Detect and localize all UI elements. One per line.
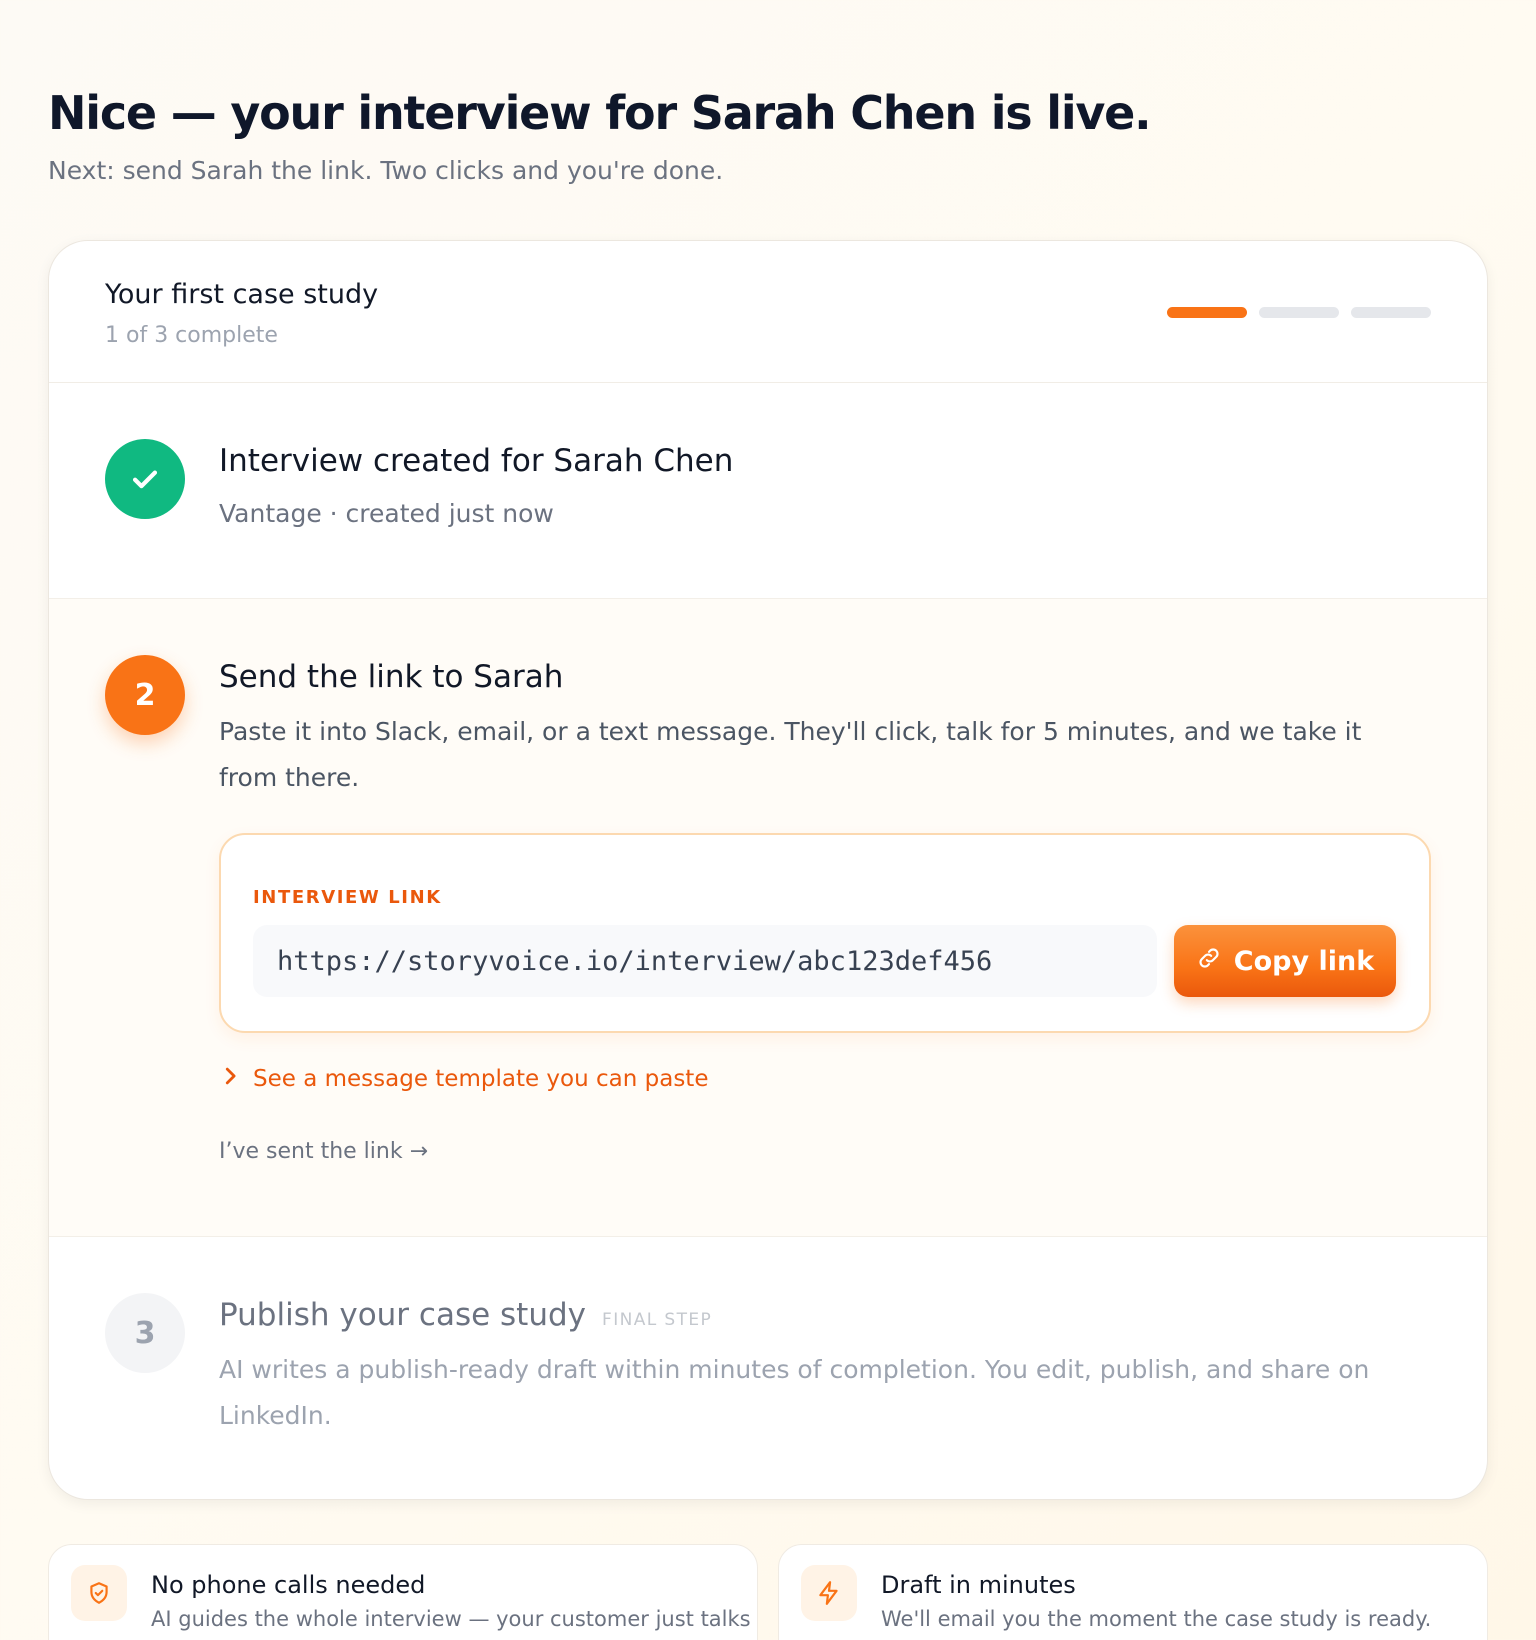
final-step-tag: FINAL STEP <box>602 1310 713 1330</box>
step-description: AI writes a publish-ready draft within m… <box>219 1355 1370 1430</box>
interview-link-input[interactable] <box>253 925 1157 997</box>
feature-card: No phone calls needed AI guides the whol… <box>48 1544 758 1640</box>
step-number-badge: 3 <box>105 1293 185 1373</box>
step-title-row: Publish your case study FINAL STEP <box>219 1297 712 1333</box>
step-publish: 3 Publish your case study FINAL STEP AI … <box>49 1237 1487 1499</box>
feature-title: No phone calls needed <box>151 1571 426 1599</box>
step-meta: Vantage · created just now <box>219 499 554 528</box>
message-template-toggle[interactable]: See a message template you can paste <box>221 1065 708 1093</box>
progress-segment-3 <box>1351 307 1431 318</box>
step-send-link: 2 Send the link to Sarah Paste it into S… <box>49 599 1487 1237</box>
page-subtitle: Next: send Sarah the link. Two clicks an… <box>48 156 724 185</box>
card-header: Your first case study 1 of 3 complete <box>49 241 1487 383</box>
shield-check-icon <box>71 1565 127 1621</box>
message-template-label: See a message template you can paste <box>253 1066 709 1092</box>
feature-card: Draft in minutes We'll email you the mom… <box>778 1544 1488 1640</box>
copy-link-label: Copy link <box>1233 945 1375 977</box>
link-icon <box>1196 945 1222 978</box>
chevron-right-icon <box>221 1065 239 1093</box>
check-icon <box>105 439 185 519</box>
progress-segment-2 <box>1259 307 1339 318</box>
lightning-icon <box>801 1565 857 1621</box>
feature-title: Draft in minutes <box>881 1571 1076 1599</box>
feature-list: No phone calls needed AI guides the whol… <box>48 1544 1488 1640</box>
sent-link-button[interactable]: I’ve sent the link → <box>219 1139 428 1164</box>
feature-description: We'll email you the moment the case stud… <box>881 1607 1432 1631</box>
case-study-card: Your first case study 1 of 3 complete In… <box>48 240 1488 1500</box>
progress-indicator <box>1167 307 1431 318</box>
card-title: Your first case study <box>105 279 379 310</box>
progress-text: 1 of 3 complete <box>105 323 278 348</box>
progress-segment-1 <box>1167 307 1247 318</box>
interview-link-label: INTERVIEW LINK <box>253 887 442 908</box>
step-title: Send the link to Sarah <box>219 659 564 695</box>
step-description: Paste it into Slack, email, or a text me… <box>219 717 1362 792</box>
feature-description: AI guides the whole interview — your cus… <box>151 1607 751 1631</box>
step-title: Publish your case study <box>219 1297 587 1333</box>
step-title: Interview created for Sarah Chen <box>219 443 734 479</box>
interview-link-box: INTERVIEW LINK Copy link <box>219 833 1431 1033</box>
copy-link-button[interactable]: Copy link <box>1174 925 1396 997</box>
step-interview-created: Interview created for Sarah Chen Vantage… <box>49 383 1487 599</box>
page-title: Nice — your interview for Sarah Chen is … <box>48 86 1152 140</box>
step-number-badge: 2 <box>105 655 185 735</box>
